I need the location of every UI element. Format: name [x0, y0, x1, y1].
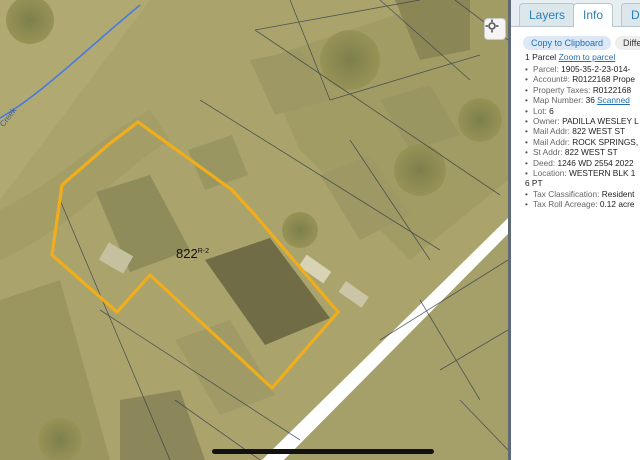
attr-map-number: Map Number: 36 Scanned — [525, 95, 640, 106]
attr-key: Property Taxes: — [533, 84, 591, 95]
attr-value: 1905-35-2-23-014- — [561, 64, 631, 74]
attr-tax-roll-acreage: Tax Roll Acreage: 0.12 acre — [525, 199, 640, 210]
attr-key: Mail Addr: — [533, 136, 570, 147]
zoning-code: R-2 — [197, 248, 209, 255]
parcel-attributes: Parcel: 1905-35-2-23-014- Account#: R012… — [525, 64, 640, 210]
parcel-count: 1 Parcel — [525, 52, 557, 62]
attr-deed: Deed: 1246 WD 2554 2022 — [525, 157, 640, 169]
attr-key: Mail Addr: — [533, 126, 570, 137]
attr-mail-addr: Mail Addr: 822 WEST ST — [525, 126, 640, 137]
attr-key: Map Number: — [533, 95, 584, 106]
attr-value: PADILLA WESLEY L — [562, 116, 639, 127]
attr-value: Resident — [601, 188, 635, 199]
map-view[interactable]: 822R-2 Creek — [0, 0, 508, 460]
info-panel: Layers Info Dra Copy to ClipboardDiffer … — [508, 0, 640, 460]
attr-key: Location: — [533, 168, 567, 179]
aerial-imagery — [0, 0, 508, 460]
copy-to-clipboard-button[interactable]: Copy to Clipboard — [523, 36, 612, 50]
parcel-label: 822R-2 — [176, 246, 209, 261]
attr-property-taxes: Property Taxes: R0122168 — [525, 84, 640, 96]
panel-tabs: Layers Info Dra — [511, 0, 640, 27]
attr-value: 1246 WD 2554 2022 — [557, 157, 634, 168]
attr-key: Parcel: — [533, 64, 559, 74]
attr-value: R0122168 — [592, 84, 632, 95]
attr-key: Lot: — [533, 105, 547, 116]
attr-key: Tax Classification: — [533, 188, 600, 199]
attr-location: Location: WESTERN BLK 1 — [525, 168, 640, 179]
attr-account: Account#: R0122168 Prope — [525, 74, 640, 85]
tab-draw[interactable]: Dra — [621, 3, 640, 26]
tab-info[interactable]: Info — [573, 3, 614, 27]
attr-st-addr: St Addr: 822 WEST ST — [525, 147, 640, 158]
attr-value: 822 WEST ST — [572, 126, 626, 137]
attr-value: 36 — [585, 95, 595, 106]
attr-value: ROCK SPRINGS, — [572, 136, 639, 147]
attr-value: R0122168 Prope — [572, 74, 635, 85]
attr-value: 6 PT — [525, 178, 543, 189]
attr-value: 6 — [549, 105, 554, 116]
attr-key: Deed: — [533, 157, 556, 168]
home-indicator — [212, 449, 434, 454]
result-summary: 1 Parcel Zoom to parcel — [525, 52, 615, 62]
attr-key: Account#: — [533, 74, 570, 85]
tab-layers[interactable]: Layers — [519, 3, 576, 26]
attr-key: Owner: — [533, 116, 560, 127]
attr-parcel: Parcel: 1905-35-2-23-014- — [525, 64, 640, 75]
gear-icon — [485, 19, 499, 33]
attr-value: WESTERN BLK 1 — [569, 168, 636, 179]
attr-value: 822 WEST ST — [564, 147, 618, 158]
attr-key: Tax Roll Acreage: — [533, 199, 598, 210]
parcel-number: 822 — [176, 246, 198, 261]
differ-button[interactable]: Differ — [615, 36, 640, 50]
action-buttons: Copy to ClipboardDiffer — [523, 33, 640, 51]
map-options-button[interactable] — [484, 18, 506, 40]
zoom-to-parcel-link[interactable]: Zoom to parcel — [559, 52, 616, 62]
attr-location-cont: 6 PT — [525, 178, 640, 188]
attr-mail-addr-2: Mail Addr: ROCK SPRINGS, — [525, 136, 640, 148]
attr-owner: Owner: PADILLA WESLEY L — [525, 116, 640, 127]
attr-value: 0.12 acre — [599, 199, 635, 210]
attr-key: St Addr: — [533, 147, 563, 158]
scanned-map-link[interactable]: Scanned — [597, 95, 630, 105]
attr-tax-classification: Tax Classification: Resident — [525, 188, 640, 200]
attr-lot: Lot: 6 — [525, 105, 640, 117]
